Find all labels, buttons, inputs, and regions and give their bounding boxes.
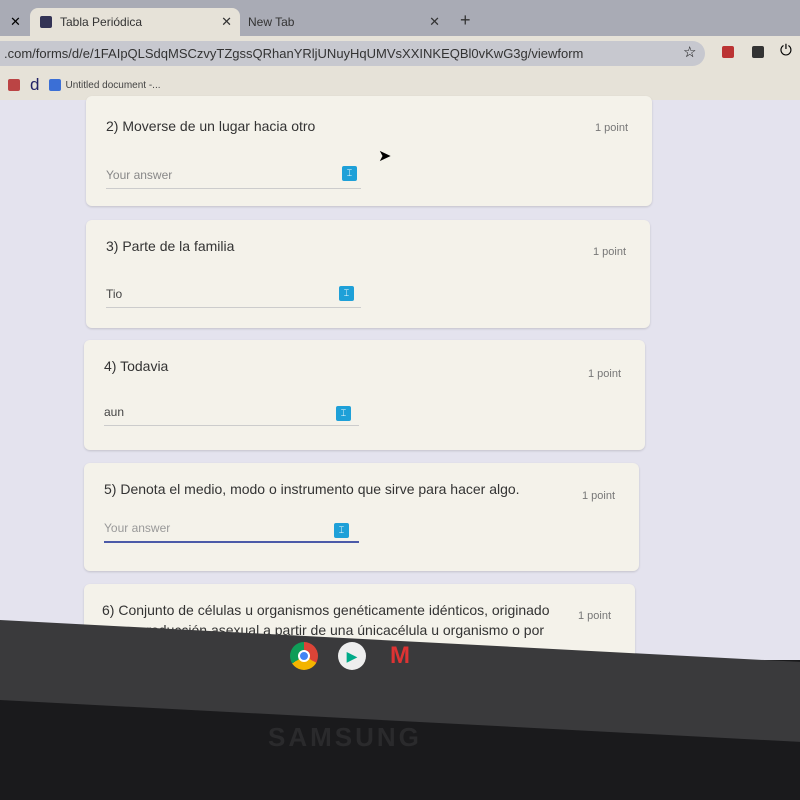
question-card: 4) Todavia 1 point aun ⌶	[84, 340, 645, 450]
tab-label: New Tab	[248, 15, 295, 29]
question-card: 5) Denota el medio, modo o instrumento q…	[84, 463, 639, 571]
extension-icon[interactable]	[722, 46, 734, 58]
tab-bar: ✕ Tabla Periódica ✕ New Tab ✕ +	[0, 0, 800, 36]
screen: ✕ Tabla Periódica ✕ New Tab ✕ + .com/for…	[0, 0, 800, 660]
question-title: 3) Parte de la familia	[106, 238, 235, 254]
new-tab-button[interactable]: +	[460, 10, 471, 31]
url-input[interactable]: .com/forms/d/e/1FAIpQLSdqMSCzvyTZgssQRha…	[0, 41, 705, 66]
keyboard-icon[interactable]: ⌶	[339, 286, 354, 301]
answer-input[interactable]: aun	[104, 405, 359, 426]
question-card: 2) Moverse de un lugar hacia otro 1 poin…	[86, 96, 652, 206]
question-title: 5) Denota el medio, modo o instrumento q…	[104, 481, 520, 497]
keyboard-icon[interactable]: ⌶	[334, 523, 349, 538]
close-icon[interactable]: ✕	[429, 14, 440, 30]
gmail-icon[interactable]: M	[386, 642, 414, 670]
answer-input[interactable]: Tio	[106, 287, 361, 308]
mouse-cursor-icon: ➤	[378, 148, 392, 165]
power-icon[interactable]: ⏻	[780, 42, 792, 59]
extension-icon[interactable]	[752, 46, 764, 58]
docs-icon	[49, 79, 62, 91]
star-icon[interactable]: ☆	[683, 43, 696, 61]
points-label: 1 point	[577, 610, 611, 622]
device-brand-logo: SAMSUNG	[268, 722, 422, 752]
chrome-icon[interactable]	[290, 642, 318, 670]
question-card: 3) Parte de la familia 1 point Tio ⌶	[86, 220, 650, 328]
question-title: 2) Moverse de un lugar hacia otro	[106, 118, 316, 134]
points-label: 1 point	[587, 368, 621, 380]
address-bar-row: .com/forms/d/e/1FAIpQLSdqMSCzvyTZgssQRha…	[0, 36, 800, 70]
tab-new-tab[interactable]: New Tab ✕	[238, 8, 448, 36]
keyboard-icon[interactable]: ⌶	[342, 166, 357, 181]
close-icon[interactable]: ✕	[10, 14, 21, 30]
answer-input[interactable]: Your answer	[104, 521, 359, 543]
close-icon[interactable]: ✕	[221, 14, 232, 30]
points-label: 1 point	[594, 122, 628, 134]
answer-input[interactable]: Your answer	[106, 168, 361, 189]
bookmark-icon[interactable]	[8, 79, 20, 91]
points-label: 1 point	[581, 490, 615, 502]
question-title: 4) Todavia	[104, 358, 169, 374]
play-store-icon[interactable]: ▶	[338, 642, 366, 670]
bookmark-d[interactable]: d	[30, 75, 39, 95]
forms-icon	[40, 16, 52, 28]
tab-label: Tabla Periódica	[60, 15, 143, 29]
bookmark-untitled-document[interactable]: Untitled document -...	[65, 80, 160, 91]
keyboard-icon[interactable]: ⌶	[336, 406, 351, 421]
points-label: 1 point	[592, 246, 626, 258]
tab-tabla-periodica[interactable]: Tabla Periódica ✕	[30, 8, 240, 36]
